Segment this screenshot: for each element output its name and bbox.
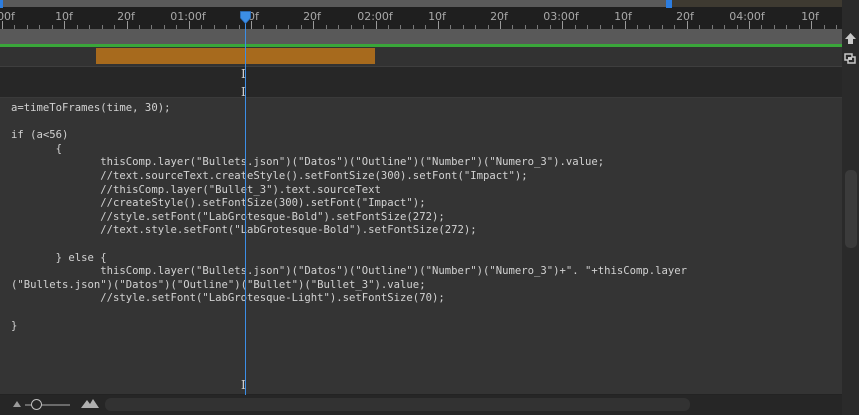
- code-line: {: [11, 142, 63, 155]
- ruler-label: 20f: [303, 10, 321, 23]
- ruler-label: 20f: [490, 10, 508, 23]
- zoom-out-mountain-icon[interactable]: [13, 401, 21, 407]
- code-line: ("Bullets.json")("Datos")("Outline")("Bu…: [11, 278, 426, 291]
- ruler-tick: [686, 21, 688, 29]
- ruler-tick: [624, 21, 626, 29]
- code-line: a=timeToFrames(time, 30);: [11, 102, 171, 114]
- expression-code[interactable]: a=timeToFrames(time, 30); if (a<56) { th…: [11, 102, 687, 333]
- ruler-tick: [126, 21, 128, 29]
- timeline-nav-icon[interactable]: [844, 32, 857, 45]
- ibeam-cursor-icon: I: [241, 67, 246, 81]
- ruler-tick: [2, 21, 3, 29]
- work-area-bar[interactable]: [0, 0, 666, 7]
- ruler-tick: [749, 21, 750, 29]
- code-line: if (a<56): [11, 129, 69, 142]
- ruler-tick: [188, 21, 190, 29]
- ibeam-cursor-icon: I: [241, 85, 246, 99]
- code-line: }: [11, 319, 18, 332]
- zoom-in-mountain-icon[interactable]: [81, 398, 99, 408]
- ruler-tick: [64, 21, 66, 29]
- ruler-tick: [437, 21, 439, 29]
- code-line: //style.setFont("LabGrotesque-Light").se…: [11, 292, 445, 305]
- work-area-start-handle[interactable]: [0, 0, 3, 8]
- timeline-nav-icon-alt[interactable]: [843, 52, 857, 65]
- code-line: //thisComp.layer("Bullet_3").text.source…: [11, 183, 381, 196]
- code-line: thisComp.layer("Bullets.json")("Datos")(…: [11, 265, 688, 278]
- ibeam-cursor-icon: I: [241, 378, 246, 392]
- code-line: //text.style.setFont("LabGrotesque-Bold"…: [11, 224, 477, 237]
- ruler-tick: [251, 21, 252, 29]
- ruler-label: 04:00f: [729, 10, 765, 23]
- zoom-slider-knob[interactable]: [31, 399, 42, 410]
- code-line: thisComp.layer("Bullets.json")("Datos")(…: [11, 156, 605, 169]
- code-line: //createStyle().setFontSize(300).setFont…: [11, 197, 426, 210]
- ruler-label: 10f: [801, 10, 819, 23]
- work-area-end-handle[interactable]: [666, 0, 672, 8]
- ruler-label: 03:00f: [543, 10, 579, 23]
- ruler-label: 20f: [676, 10, 694, 23]
- layer-duration-bar[interactable]: [96, 48, 375, 64]
- code-line: //text.sourceText.createStyle().setFontS…: [11, 169, 528, 182]
- ruler-tick: [562, 21, 564, 29]
- ruler-tick: [313, 21, 315, 29]
- vertical-scroll-thumb[interactable]: [845, 170, 857, 248]
- current-time-indicator-icon[interactable]: [240, 11, 251, 24]
- horizontal-scrollbar[interactable]: [105, 398, 690, 411]
- property-row[interactable]: [0, 67, 842, 97]
- ruler-tick: [375, 21, 377, 29]
- ruler-tick: [500, 21, 501, 29]
- code-line: } else {: [11, 251, 107, 264]
- composition-track[interactable]: [0, 29, 842, 44]
- ruler-label: 10f: [614, 10, 632, 23]
- ruler-tick: [811, 21, 813, 29]
- code-line: //style.setFont("LabGrotesque-Bold").set…: [11, 210, 445, 223]
- work-area-bar-outside: [672, 0, 842, 7]
